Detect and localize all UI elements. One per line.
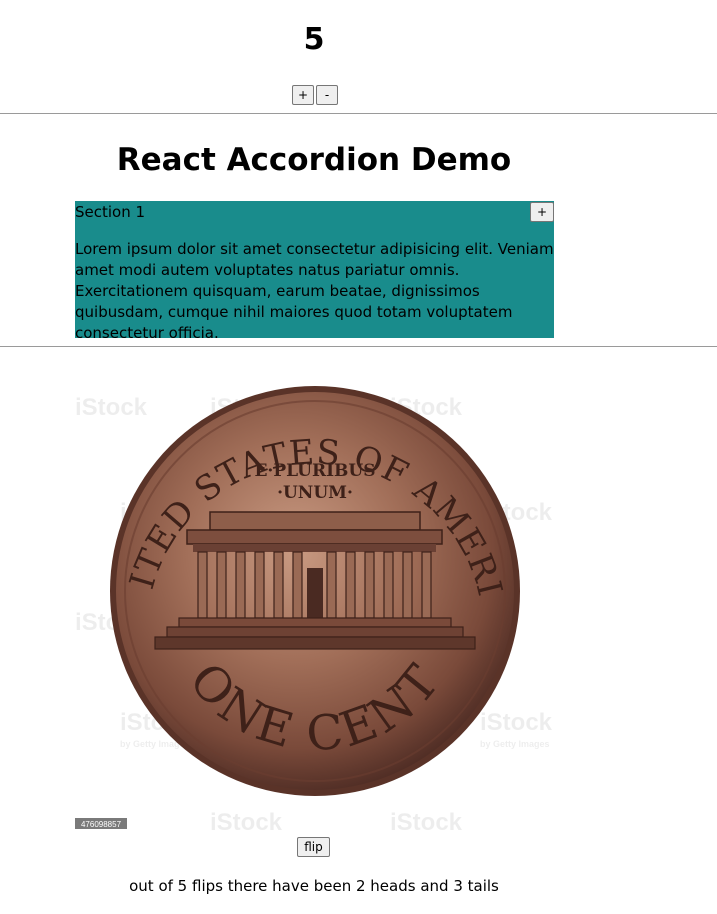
section-body: Lorem ipsum dolor sit amet consectetur a…: [75, 240, 554, 342]
accordion-title: React Accordion Demo: [116, 142, 512, 178]
divider: [0, 346, 717, 347]
watermark-text: iStock: [210, 809, 283, 830]
flip-result-text: out of 5 flips there have been 2 heads a…: [129, 877, 499, 895]
divider: [0, 113, 717, 114]
watermark-subtext: by Getty Images: [480, 739, 550, 749]
lincoln-memorial-icon: [154, 511, 476, 650]
counter-controls: + -: [292, 85, 338, 105]
page: 5 + - React Accordion Demo Section 1 + L…: [0, 0, 717, 914]
increment-button[interactable]: +: [292, 85, 314, 105]
section-header[interactable]: Section 1 +: [75, 201, 554, 223]
stock-id: 476098857: [81, 820, 122, 829]
watermark-text: iStock: [75, 394, 148, 421]
coin-motto-line1: E·PLURIBUS: [254, 461, 375, 481]
watermark-text: iStock: [480, 709, 553, 736]
accordion-section: Section 1 + Lorem ipsum dolor sit amet c…: [75, 201, 554, 342]
counter-value: 5: [303, 22, 325, 57]
penny-reverse-image: iStock iStock iStock iStock iStock iStoc…: [75, 380, 553, 830]
section-toggle-button[interactable]: +: [530, 202, 554, 222]
watermark-text: iStock: [390, 809, 463, 830]
flip-button[interactable]: flip: [297, 837, 330, 857]
decrement-button[interactable]: -: [316, 85, 338, 105]
coin-motto-line2: ·UNUM·: [277, 483, 353, 503]
coin-image: iStock iStock iStock iStock iStock iStoc…: [75, 380, 554, 830]
section-label: Section 1: [75, 203, 146, 221]
